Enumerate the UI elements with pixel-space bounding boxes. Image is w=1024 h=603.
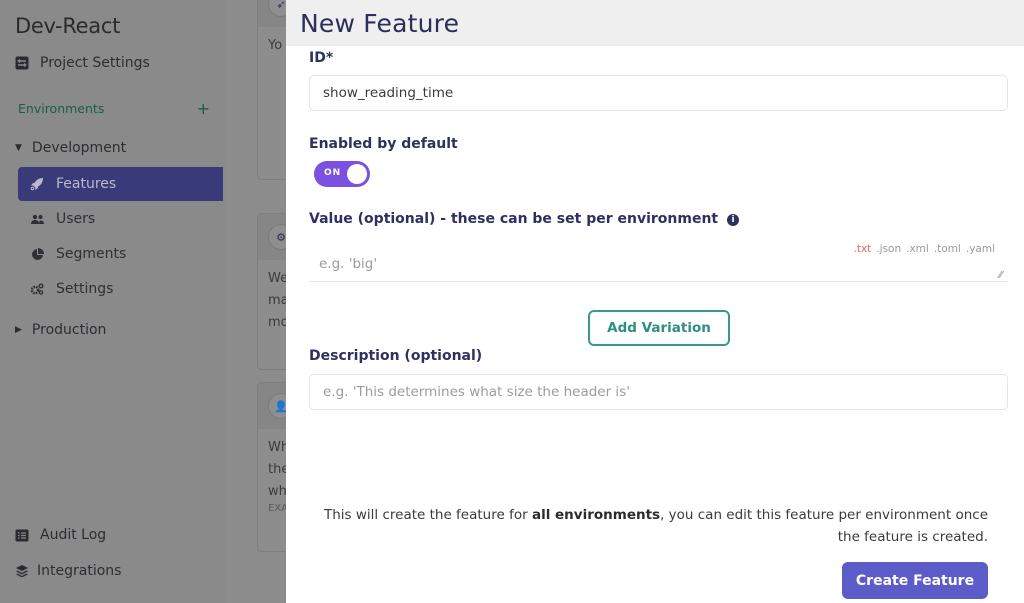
sidebar-item-users[interactable]: Users	[18, 202, 223, 236]
notice-emphasis: all environments	[531, 507, 661, 523]
new-feature-modal: New Feature ID* Enabled by default ON Va…	[286, 0, 1024, 603]
environments-header: Environments +	[18, 99, 210, 118]
caret-down-icon: ▼	[15, 143, 22, 153]
feature-id-input[interactable]	[309, 75, 1008, 111]
sidebar-item-segments[interactable]: Segments	[18, 237, 223, 271]
project-settings-link[interactable]: Project Settings	[15, 55, 150, 71]
layers-icon	[15, 564, 29, 578]
modal-header: New Feature	[286, 0, 1024, 46]
info-icon[interactable]: i	[727, 214, 739, 226]
pie-chart-icon	[30, 247, 44, 261]
sidebar-item-label: Segments	[56, 246, 127, 262]
create-feature-button[interactable]: Create Feature	[842, 562, 988, 599]
add-variation-button[interactable]: Add Variation	[588, 310, 730, 346]
integrations-label: Integrations	[37, 563, 122, 579]
environment-name: Development	[31, 140, 127, 156]
description-label: Description (optional)	[309, 348, 483, 364]
id-label: ID*	[309, 50, 334, 66]
modal-title: New Feature	[300, 8, 460, 38]
list-icon	[15, 528, 29, 542]
sidebar: Dev-React Project Settings Environments …	[0, 0, 225, 603]
value-textarea[interactable]	[309, 250, 1008, 282]
caret-right-icon: ▶	[15, 325, 22, 335]
project-title: Dev-React	[15, 14, 121, 38]
description-input[interactable]	[309, 374, 1008, 410]
environment-name: Production	[31, 322, 107, 338]
sidebar-item-settings[interactable]: Settings	[18, 272, 223, 306]
create-notice: This will create the feature for all env…	[324, 507, 988, 545]
add-environment-button[interactable]: +	[197, 99, 210, 118]
value-label: Value (optional) - these can be set per …	[309, 211, 739, 227]
sidebar-item-label: Users	[56, 211, 96, 227]
sidebar-item-label: Features	[56, 176, 117, 192]
page-background: ➶ Yo ⚙ We ma mo 👤 Wh the wh EXA	[225, 0, 317, 603]
environment-production[interactable]: ▶ Production	[15, 322, 106, 338]
sidebar-item-features[interactable]: Features	[18, 167, 223, 201]
environment-development[interactable]: ▼ Development	[15, 140, 126, 156]
integrations-link[interactable]: Integrations	[15, 563, 121, 579]
enabled-by-default-toggle[interactable]: ON	[314, 161, 370, 187]
sidebar-item-label: Settings	[56, 281, 114, 297]
users-icon	[30, 214, 44, 224]
project-settings-label: Project Settings	[40, 55, 150, 71]
cogs-icon	[30, 283, 44, 295]
environments-label: Environments	[18, 101, 105, 116]
audit-log-label: Audit Log	[40, 527, 107, 543]
value-label-text: Value (optional) - these can be set per …	[309, 211, 719, 227]
enabled-by-default-label: Enabled by default	[309, 136, 458, 152]
resize-handle-icon[interactable]: ⁄⁄	[999, 270, 1002, 281]
rocket-icon	[30, 177, 44, 191]
toggle-state-text: ON	[324, 168, 342, 178]
toggle-knob	[347, 164, 367, 184]
sliders-icon	[15, 56, 29, 70]
audit-log-link[interactable]: Audit Log	[15, 527, 106, 543]
